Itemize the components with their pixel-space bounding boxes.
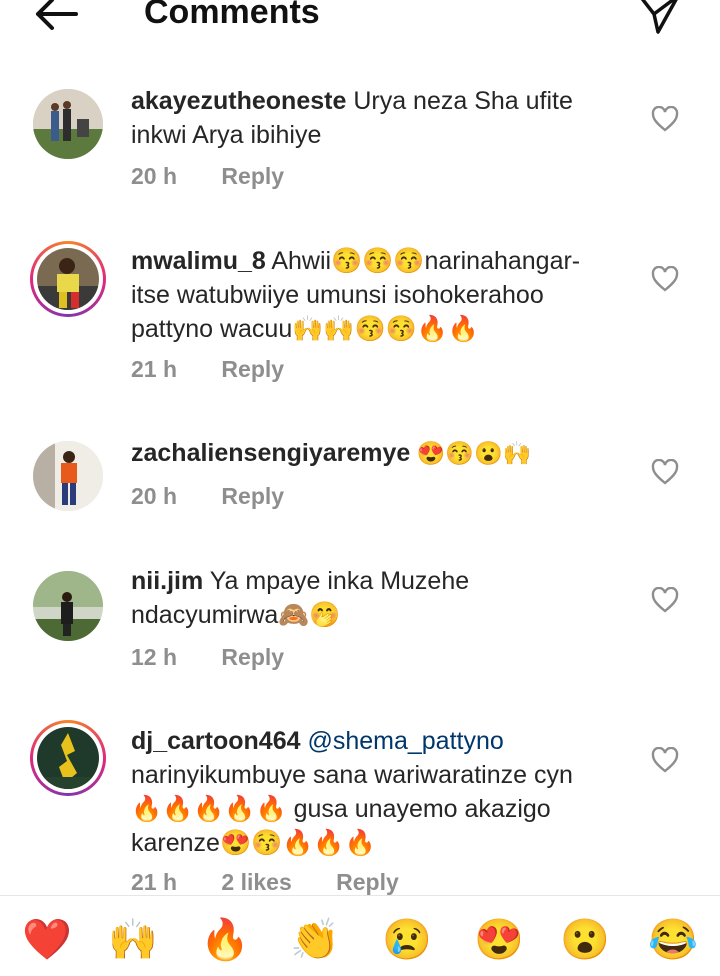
profile-photo xyxy=(37,248,99,310)
comment-meta: 21 h 2 likes Reply xyxy=(131,869,437,896)
comment-time: 21 h xyxy=(131,356,178,382)
comment-meta: 21 h Reply xyxy=(131,356,322,383)
like-heart-icon[interactable] xyxy=(651,266,679,292)
comment-meta: 20 h Reply xyxy=(131,483,322,510)
raised-hands-emoji-button[interactable]: 🙌 xyxy=(108,916,158,964)
avatar[interactable] xyxy=(30,568,106,644)
comment-time: 20 h xyxy=(131,163,178,189)
comment-body: narinyikumbuye sana wariwaratinze cyn xyxy=(131,761,573,789)
heart-eyes-emoji-button[interactable]: 😍 xyxy=(474,916,524,964)
comment-text: mwalimu_8 Ahwii😚😚😚narinahangar- itse wat… xyxy=(131,244,641,346)
reply-button[interactable]: Reply xyxy=(221,644,284,670)
laughing-emoji-button[interactable]: 😂 xyxy=(648,916,698,964)
comment-time: 12 h xyxy=(131,644,178,670)
surprised-emoji-button[interactable]: 😮 xyxy=(560,916,610,964)
page-title: Comments xyxy=(144,0,320,31)
comment-meta: 12 h Reply xyxy=(131,644,322,671)
heart-emoji-button[interactable]: ❤️ xyxy=(22,916,72,964)
comment-text: nii.jim Ya mpaye inka Muzehe ndacyumirwa… xyxy=(131,564,641,632)
profile-photo xyxy=(33,441,103,511)
fire-emoji-button[interactable]: 🔥 xyxy=(200,916,250,964)
crying-emoji-button[interactable]: 😢 xyxy=(382,916,432,964)
back-arrow-icon[interactable] xyxy=(30,0,82,34)
reply-button[interactable]: Reply xyxy=(336,869,399,895)
profile-photo xyxy=(37,727,99,789)
comment-body: ndacyumirwa🙈🤭 xyxy=(131,601,341,629)
comment-body: Ya mpaye inka Muzehe xyxy=(203,567,470,595)
like-heart-icon[interactable] xyxy=(651,106,679,132)
comment-body: Urya neza Sha ufite xyxy=(346,87,573,115)
comment-text: dj_cartoon464 @shema_pattyno narinyikumb… xyxy=(131,724,641,860)
comment-time: 20 h xyxy=(131,483,178,509)
mention-link[interactable]: @shema_pattyno xyxy=(301,727,503,755)
reply-button[interactable]: Reply xyxy=(221,163,284,189)
likes-count[interactable]: 2 likes xyxy=(221,869,291,895)
reply-button[interactable]: Reply xyxy=(221,483,284,509)
avatar[interactable] xyxy=(30,438,106,514)
comment-body: karenze😍😚🔥🔥🔥 xyxy=(131,829,376,857)
clap-emoji-button[interactable]: 👏 xyxy=(290,916,340,964)
comment-text: akayezutheoneste Urya neza Sha ufite ink… xyxy=(131,84,641,152)
like-heart-icon[interactable] xyxy=(651,459,679,485)
avatar[interactable] xyxy=(30,720,106,796)
comments-header: Comments xyxy=(0,0,720,40)
divider xyxy=(0,895,720,896)
comment-body: 😍😚😮🙌 xyxy=(410,440,532,466)
comment-time: 21 h xyxy=(131,869,178,895)
comment-body: Ahwii😚😚😚narinahangar- xyxy=(265,247,581,275)
avatar[interactable] xyxy=(30,241,106,317)
comment-username[interactable]: mwalimu_8 xyxy=(131,247,266,275)
comment-username[interactable]: akayezutheoneste xyxy=(131,87,346,115)
comment-body: itse watubwiiye umunsi isohokerahoo xyxy=(131,281,544,309)
send-icon[interactable] xyxy=(636,0,682,36)
emoji-reaction-bar: ❤️ 🙌 🔥 👏 😢 😍 😮 😂 xyxy=(0,908,720,976)
like-heart-icon[interactable] xyxy=(651,747,679,773)
comment-body: 🔥🔥🔥🔥🔥 gusa unayemo akazigo xyxy=(131,795,551,823)
reply-button[interactable]: Reply xyxy=(221,356,284,382)
profile-photo xyxy=(33,571,103,641)
comment-body: pattyno wacuu🙌🙌😚😚🔥🔥 xyxy=(131,315,479,343)
comment-meta: 20 h Reply xyxy=(131,163,322,190)
comment-username[interactable]: dj_cartoon464 xyxy=(131,727,301,755)
comment-username[interactable]: zachaliensengiyaremye xyxy=(131,439,410,467)
profile-photo xyxy=(33,89,103,159)
comment-body: inkwi Arya ibihiye xyxy=(131,121,322,149)
comment-text: zachaliensengiyaremye 😍😚😮🙌 xyxy=(131,436,641,470)
like-heart-icon[interactable] xyxy=(651,587,679,613)
comment-username[interactable]: nii.jim xyxy=(131,567,203,595)
avatar[interactable] xyxy=(30,86,106,162)
